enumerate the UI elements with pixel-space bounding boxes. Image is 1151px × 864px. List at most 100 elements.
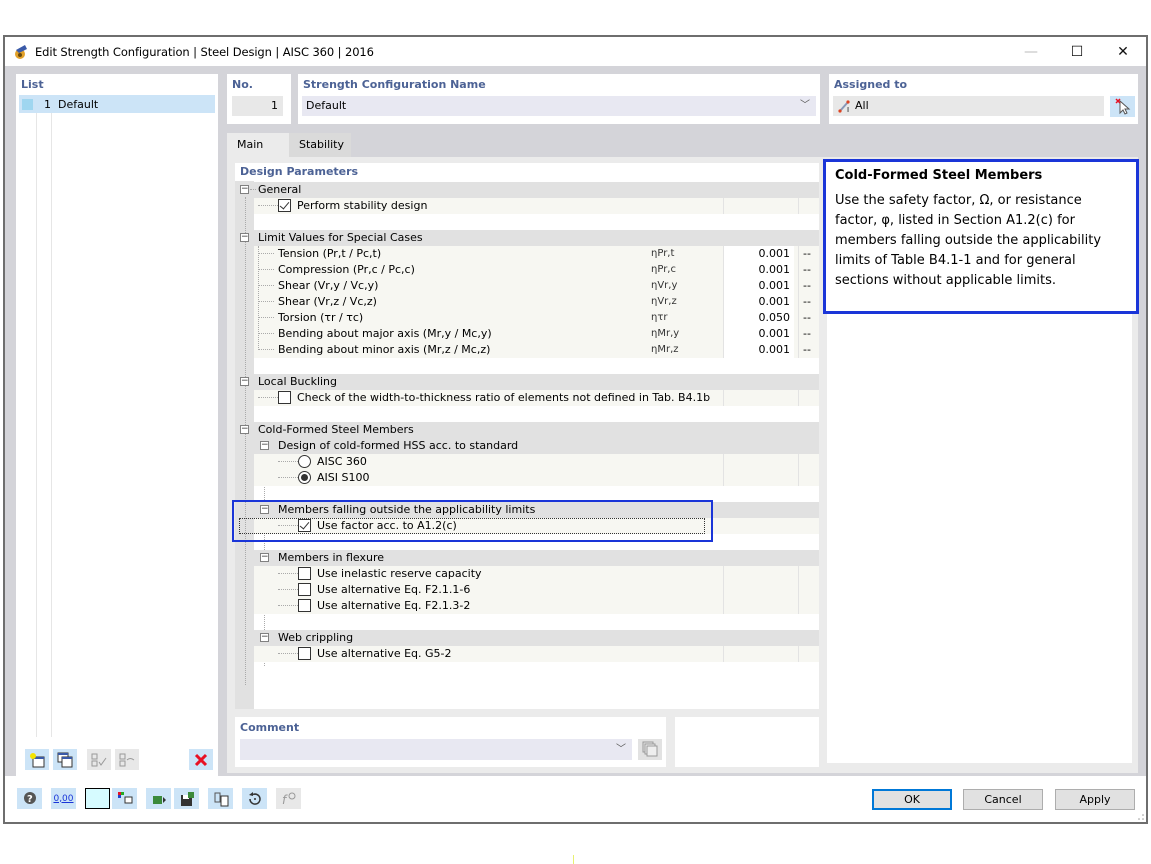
- collapse-icon[interactable]: −: [240, 185, 249, 194]
- name-label: Strength Configuration Name: [303, 78, 486, 91]
- collapse-icon[interactable]: −: [260, 633, 269, 642]
- limit-value-input[interactable]: 0.001: [724, 262, 794, 278]
- name-combobox[interactable]: Default ﹀: [302, 96, 816, 116]
- aisi-s100-radio[interactable]: [298, 471, 311, 484]
- select-graphically-button[interactable]: [1110, 96, 1135, 117]
- toggle-check-icon: [119, 753, 135, 766]
- limit-value-input[interactable]: 0.001: [724, 342, 794, 358]
- limit-row: Bending about minor axis (Mr,z / Mc,z) ηM…: [254, 342, 819, 358]
- check-all-button[interactable]: [87, 749, 111, 770]
- list-item[interactable]: 1 Default: [19, 95, 215, 113]
- group-local-buckling[interactable]: − Local Buckling: [240, 374, 819, 390]
- column-divider: [723, 390, 724, 406]
- copy-icon: [57, 752, 73, 767]
- comment-library-button[interactable]: [638, 739, 662, 760]
- collapse-icon[interactable]: −: [260, 441, 269, 450]
- group-label: Local Buckling: [258, 375, 338, 388]
- limit-symbol: ηMr,z: [651, 344, 679, 355]
- option-label: Check of the width-to-thickness ratio of…: [297, 391, 711, 404]
- eq-f2-1-1-6-checkbox[interactable]: [298, 583, 311, 596]
- collapse-icon[interactable]: −: [240, 425, 249, 434]
- tree-connector: [278, 477, 298, 478]
- limit-row: Shear (Vr,z / Vc,z) ηVr,z 0.001 --: [254, 294, 819, 310]
- limit-symbol: ηPr,c: [651, 264, 676, 275]
- number-field[interactable]: 1: [232, 96, 283, 116]
- tab-stability[interactable]: Stability: [289, 133, 351, 157]
- reset-button[interactable]: [242, 788, 267, 809]
- help-button[interactable]: ?: [17, 788, 42, 809]
- tree-connector: [258, 253, 274, 254]
- group-general[interactable]: − General: [240, 182, 819, 198]
- delete-button[interactable]: [189, 749, 213, 770]
- limit-value-input[interactable]: 0.001: [724, 326, 794, 342]
- toggle-check-button[interactable]: [115, 749, 139, 770]
- limit-value-input[interactable]: 0.001: [724, 246, 794, 262]
- resize-grip-icon[interactable]: [1137, 813, 1145, 821]
- apply-button[interactable]: Apply: [1055, 789, 1135, 810]
- display-settings-button[interactable]: [112, 788, 137, 809]
- limit-value-input[interactable]: 0.050: [724, 310, 794, 326]
- limit-row: Compression (Pr,c / Pc,c) ηPr,c 0.001 --: [254, 262, 819, 278]
- name-panel: Strength Configuration Name Default ﹀: [298, 74, 820, 124]
- tab-main[interactable]: Main: [227, 133, 289, 157]
- limit-row: Shear (Vr,y / Vc,y) ηVr,y 0.001 --: [254, 278, 819, 294]
- inelastic-reserve-checkbox[interactable]: [298, 567, 311, 580]
- tree-connector: [250, 189, 256, 190]
- perform-stability-checkbox[interactable]: [278, 199, 291, 212]
- limit-label: Tension (Pr,t / Pc,t): [278, 247, 382, 260]
- group-cold-formed[interactable]: − Cold-Formed Steel Members: [240, 422, 819, 438]
- subgroup-flexure[interactable]: − Members in flexure: [254, 550, 819, 566]
- new-item-button[interactable]: [25, 749, 49, 770]
- color-button[interactable]: [85, 788, 110, 809]
- collapse-icon[interactable]: −: [240, 233, 249, 242]
- subgroup-web-crippling[interactable]: − Web crippling: [254, 630, 819, 646]
- units-button[interactable]: 0,00: [51, 788, 76, 809]
- group-limit-values[interactable]: − Limit Values for Special Cases: [240, 230, 819, 246]
- width-thickness-checkbox[interactable]: [278, 391, 291, 404]
- option-row: Check of the width-to-thickness ratio of…: [254, 390, 819, 406]
- column-divider: [798, 566, 799, 582]
- aisc360-radio[interactable]: [298, 455, 311, 468]
- chevron-down-icon[interactable]: ﹀: [616, 739, 626, 760]
- column-divider: [798, 390, 799, 406]
- assigned-value: All: [855, 99, 869, 112]
- app-icon: [13, 44, 29, 60]
- option-row: AISC 360: [254, 454, 819, 470]
- cancel-button[interactable]: Cancel: [963, 789, 1043, 810]
- name-value: Default: [306, 99, 347, 112]
- save-button[interactable]: [174, 788, 199, 809]
- eq-f2-1-3-2-checkbox[interactable]: [298, 599, 311, 612]
- comment-combobox[interactable]: ﹀: [240, 739, 632, 760]
- limit-label: Bending about minor axis (Mr,z / Mc,z): [278, 343, 491, 356]
- copy-data-button[interactable]: [208, 788, 233, 809]
- collapse-icon[interactable]: −: [260, 553, 269, 562]
- limit-value-input[interactable]: 0.001: [724, 278, 794, 294]
- window-title: Edit Strength Configuration | Steel Desi…: [35, 44, 374, 59]
- limit-value-input[interactable]: 0.001: [724, 294, 794, 310]
- limit-unit: --: [803, 327, 811, 340]
- collapse-icon[interactable]: −: [240, 377, 249, 386]
- copy-item-button[interactable]: [53, 749, 77, 770]
- number-label: No.: [232, 78, 253, 91]
- limit-label: Torsion (τr / τc): [278, 311, 364, 324]
- formula-button[interactable]: f: [276, 788, 301, 809]
- cursor-artifact: [573, 855, 574, 864]
- option-row: Use alternative Eq. F2.1.1-6: [254, 582, 819, 598]
- assigned-field[interactable]: I All: [833, 96, 1104, 116]
- close-button[interactable]: ✕: [1100, 37, 1146, 66]
- ok-button[interactable]: OK: [872, 789, 952, 810]
- info-box: Cold-Formed Steel Members Use the safety…: [823, 159, 1139, 314]
- column-divider: [798, 262, 799, 278]
- option-row: AISI S100: [254, 470, 819, 486]
- design-parameters-tree: Design Parameters − General Perform stab…: [232, 163, 819, 709]
- subgroup-hss-standard[interactable]: − Design of cold-formed HSS acc. to stan…: [254, 438, 819, 454]
- dialog-window: Edit Strength Configuration | Steel Desi…: [3, 35, 1148, 824]
- highlight-box: [232, 500, 713, 542]
- eq-g5-2-checkbox[interactable]: [298, 647, 311, 660]
- column-divider: [798, 582, 799, 598]
- chevron-down-icon[interactable]: ﹀: [800, 96, 810, 116]
- limit-unit: --: [803, 295, 811, 308]
- import-button[interactable]: [146, 788, 171, 809]
- maximize-button[interactable]: ☐: [1054, 37, 1100, 66]
- minimize-button[interactable]: —: [1008, 37, 1054, 66]
